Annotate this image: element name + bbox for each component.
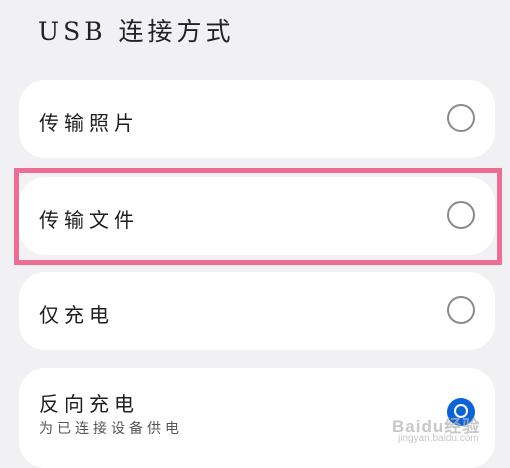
option-reverse-charge[interactable]: 反向充电 为已连接设备供电 (19, 368, 495, 468)
radio-button[interactable] (447, 296, 475, 324)
option-transfer-photos[interactable]: 传输照片 (19, 80, 495, 158)
reverse-charge-toggle[interactable] (447, 398, 475, 426)
option-transfer-files[interactable]: 传输文件 (19, 177, 495, 255)
option-description: 为已连接设备供电 (39, 421, 183, 437)
radio-button[interactable] (447, 201, 475, 229)
option-label: 传输照片 (39, 111, 139, 135)
radio-button[interactable] (447, 104, 475, 132)
option-label: 仅充电 (39, 303, 114, 327)
option-label: 反向充电 (39, 392, 139, 416)
option-label: 传输文件 (39, 208, 139, 232)
option-charge-only[interactable]: 仅充电 (19, 272, 495, 350)
page-title: USB 连接方式 (38, 17, 235, 46)
